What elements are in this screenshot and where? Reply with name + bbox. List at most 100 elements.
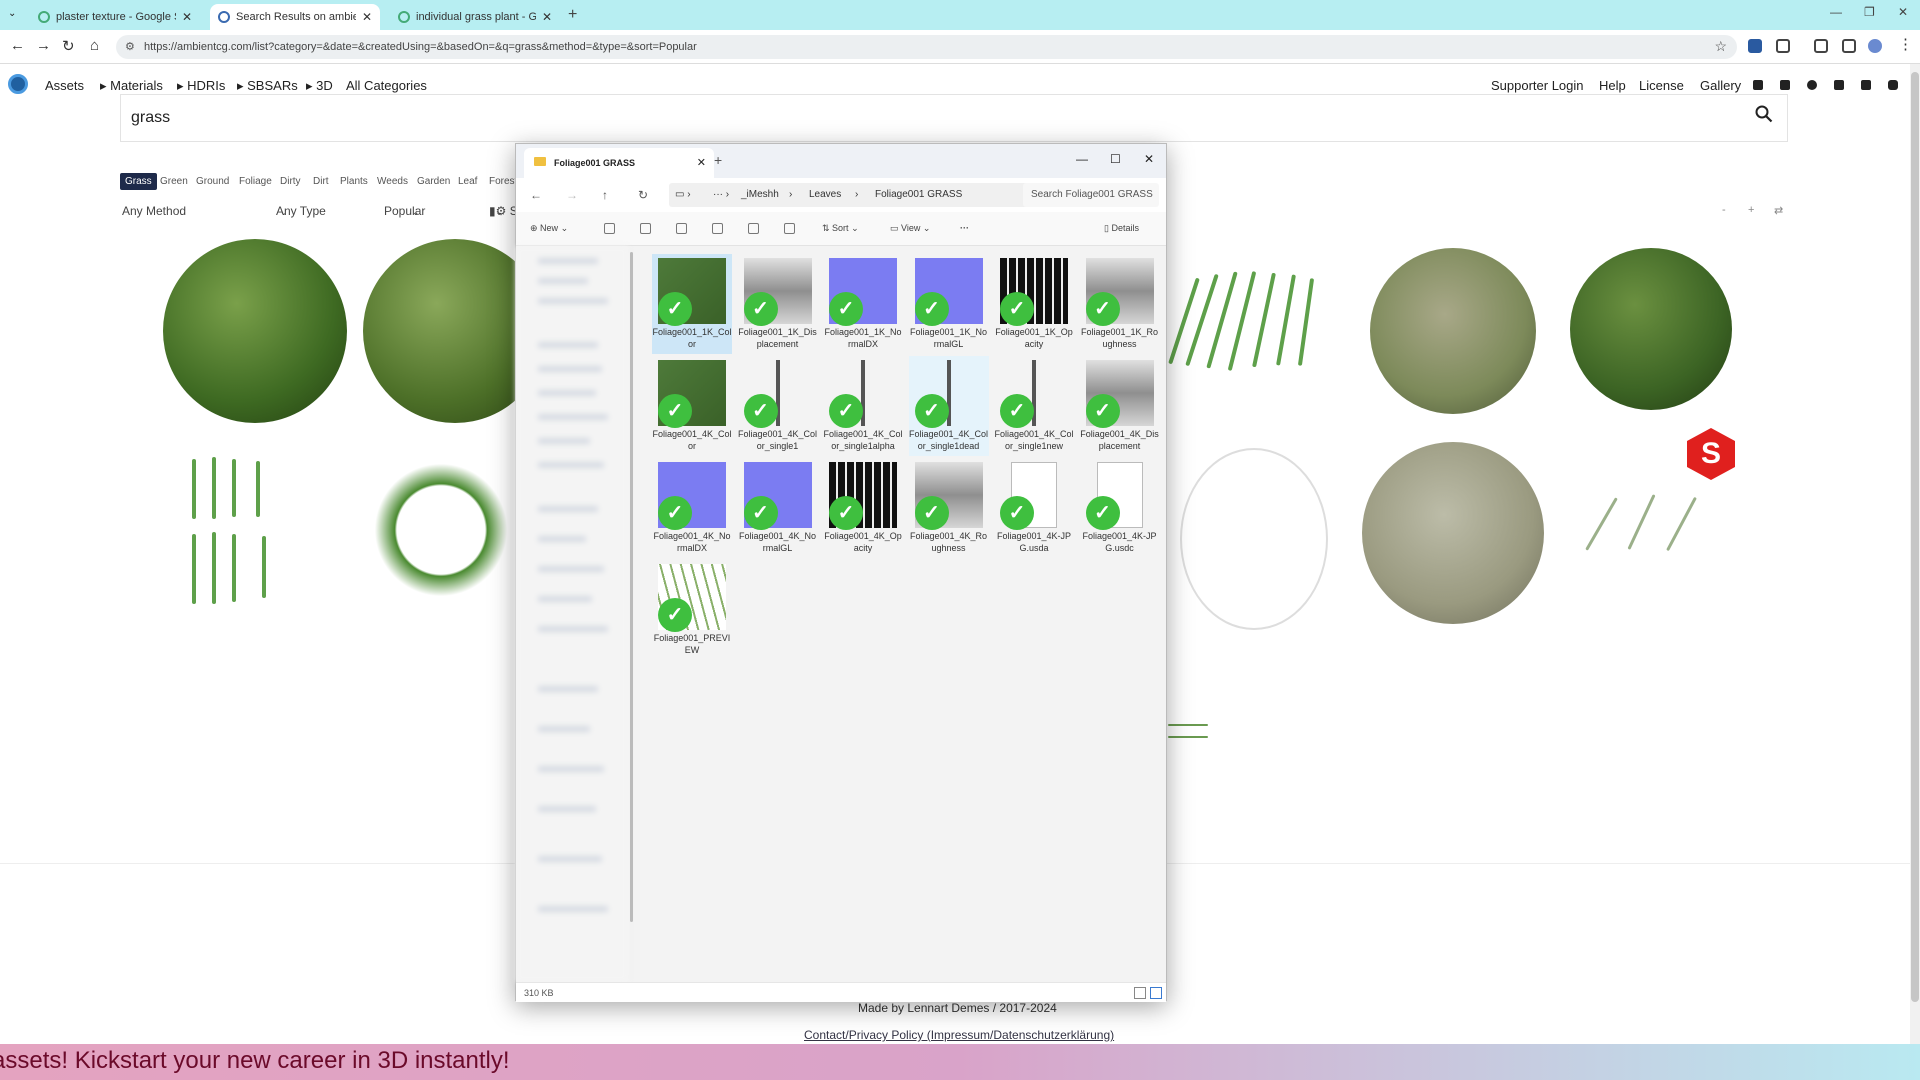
nav-pane-item[interactable] bbox=[538, 506, 598, 512]
tab-individual-grass[interactable]: individual grass plant - Google ✕ bbox=[390, 4, 560, 30]
license-link[interactable]: License bbox=[1639, 78, 1684, 93]
crumb-current-folder[interactable]: Foliage001 GRASS bbox=[875, 189, 962, 200]
instagram-icon[interactable] bbox=[1888, 80, 1898, 90]
chip-dirty[interactable]: Dirty bbox=[280, 176, 301, 187]
file-item[interactable]: ✓ Foliage001_4K-JPG.usda bbox=[994, 458, 1074, 558]
discord-icon[interactable] bbox=[1807, 80, 1817, 90]
minimize-icon[interactable]: — bbox=[1076, 152, 1088, 166]
navigation-pane[interactable] bbox=[516, 246, 628, 982]
gallery-link[interactable]: Gallery bbox=[1700, 78, 1741, 93]
up-icon[interactable]: ↑ bbox=[602, 188, 608, 202]
help-link[interactable]: Help bbox=[1599, 78, 1626, 93]
restore-icon[interactable]: ❐ bbox=[1864, 5, 1875, 19]
chip-garden[interactable]: Garden bbox=[417, 176, 450, 187]
file-item[interactable]: ✓ Foliage001_4K_NormalGL bbox=[738, 458, 818, 558]
url-text[interactable]: https://ambientcg.com/list?category=&dat… bbox=[144, 41, 697, 53]
share-icon[interactable] bbox=[748, 223, 759, 234]
address-bar[interactable]: ⚙ https://ambientcg.com/list?category=&d… bbox=[116, 35, 1737, 59]
forward-icon[interactable]: → bbox=[36, 37, 51, 54]
file-item[interactable]: ✓ Foliage001_4K_Color bbox=[652, 356, 732, 456]
asset-thumb-moss-sphere[interactable] bbox=[1370, 248, 1536, 414]
sort-button[interactable]: ⇅ Sort ⌄ bbox=[822, 223, 859, 234]
file-item[interactable]: ✓ Foliage001_4K-JPG.usdc bbox=[1080, 458, 1160, 558]
method-select[interactable]: Any Method ⌄ bbox=[122, 204, 288, 218]
zoom-out-icon[interactable]: - bbox=[1722, 204, 1726, 216]
page-scrollbar-thumb[interactable] bbox=[1911, 72, 1919, 1002]
nav-3d[interactable]: ▸ 3D bbox=[306, 78, 333, 94]
breadcrumb[interactable]: ▭ › ··· › _iMeshh › Leaves › Foliage001 … bbox=[669, 183, 1051, 207]
nav-hdris[interactable]: ▸ HDRIs bbox=[177, 78, 225, 94]
chip-ground[interactable]: Ground bbox=[196, 176, 229, 187]
file-item[interactable]: ✓ Foliage001_1K_NormalDX bbox=[823, 254, 903, 354]
new-button[interactable]: ⊕ New ⌄ bbox=[530, 223, 568, 234]
file-item[interactable]: ✓ Foliage001_1K_Displacement bbox=[738, 254, 818, 354]
close-tab-icon[interactable]: ✕ bbox=[697, 156, 706, 169]
new-tab-icon[interactable]: + bbox=[568, 6, 577, 24]
search-input[interactable]: grass bbox=[131, 109, 170, 127]
chip-green[interactable]: Green bbox=[160, 176, 188, 187]
close-window-icon[interactable]: ✕ bbox=[1144, 152, 1154, 166]
nav-pane-item[interactable] bbox=[538, 536, 586, 542]
side-panel-icon[interactable] bbox=[1842, 39, 1856, 53]
details-view-icon[interactable] bbox=[1134, 987, 1146, 999]
asset-thumb-grass-sphere[interactable] bbox=[163, 239, 347, 423]
profile-avatar-icon[interactable] bbox=[1868, 39, 1882, 53]
bookmark-star-icon[interactable]: ☆ bbox=[1714, 38, 1727, 55]
chip-weeds[interactable]: Weeds bbox=[377, 176, 408, 187]
large-icons-view-icon[interactable] bbox=[1150, 987, 1162, 999]
file-item[interactable]: ✓ Foliage001_4K_Roughness bbox=[909, 458, 989, 558]
asset-thumb-grass-sphere[interactable] bbox=[1570, 248, 1732, 410]
nav-pane-item[interactable] bbox=[538, 566, 604, 572]
ambientcg-logo-icon[interactable] bbox=[8, 74, 28, 94]
minimize-icon[interactable]: — bbox=[1830, 5, 1842, 19]
tab-search-chevron-icon[interactable]: ⌄ bbox=[8, 8, 16, 19]
chip-dirt[interactable]: Dirt bbox=[313, 176, 329, 187]
contact-privacy-link[interactable]: Contact/Privacy Policy (Impressum/Datens… bbox=[804, 1028, 1114, 1042]
asset-thumb-leaves[interactable] bbox=[363, 452, 519, 608]
nav-pane-item[interactable] bbox=[538, 726, 590, 732]
crumb-leaves[interactable]: Leaves bbox=[809, 189, 841, 200]
zoom-in-icon[interactable]: + bbox=[1748, 204, 1754, 216]
details-button[interactable]: ▯ Details bbox=[1104, 223, 1139, 234]
explorer-tab[interactable]: Foliage001 GRASS ✕ bbox=[524, 148, 714, 178]
menu-kebab-icon[interactable]: ⋮ bbox=[1898, 35, 1913, 53]
nav-pane-item[interactable] bbox=[538, 298, 608, 304]
nav-pane-item[interactable] bbox=[538, 806, 596, 812]
maximize-icon[interactable]: ☐ bbox=[1110, 152, 1121, 166]
nav-pane-item[interactable] bbox=[538, 686, 598, 692]
back-icon[interactable]: ← bbox=[10, 37, 25, 54]
this-pc-icon[interactable]: ▭ › bbox=[675, 189, 691, 200]
refresh-icon[interactable]: ↻ bbox=[638, 188, 648, 202]
close-window-icon[interactable]: ✕ bbox=[1898, 5, 1908, 19]
sort-select[interactable]: Popular ⌄ bbox=[384, 204, 503, 218]
paste-icon[interactable] bbox=[676, 223, 687, 234]
file-item[interactable]: ✓ Foliage001_4K_Color_single1new bbox=[994, 356, 1074, 456]
nav-pane-item[interactable] bbox=[538, 390, 596, 396]
nav-pane-item[interactable] bbox=[538, 366, 602, 372]
nav-assets[interactable]: Assets bbox=[45, 78, 84, 93]
file-item[interactable]: ✓ Foliage001_4K_Displacement bbox=[1080, 356, 1160, 456]
delete-icon[interactable] bbox=[784, 223, 795, 234]
more-crumbs-icon[interactable]: ··· › bbox=[713, 189, 729, 200]
file-item[interactable]: ✓ Foliage001_1K_Color bbox=[652, 254, 732, 354]
nav-pane-item[interactable] bbox=[538, 414, 608, 420]
chip-leaf[interactable]: Leaf bbox=[458, 176, 477, 187]
forward-icon[interactable]: → bbox=[566, 188, 578, 202]
nav-sbsars[interactable]: ▸ SBSARs bbox=[237, 78, 298, 94]
nav-pane-item[interactable] bbox=[538, 438, 590, 444]
file-item[interactable]: ✓ Foliage001_1K_Roughness bbox=[1080, 254, 1160, 354]
rename-icon[interactable] bbox=[712, 223, 723, 234]
file-item[interactable]: ✓ Foliage001_1K_NormalGL bbox=[909, 254, 989, 354]
supporter-login-link[interactable]: Supporter Login bbox=[1491, 78, 1584, 93]
tab-plaster-texture[interactable]: plaster texture - Google Search ✕ bbox=[30, 4, 200, 30]
close-tab-icon[interactable]: ✕ bbox=[182, 10, 192, 24]
site-info-icon[interactable]: ⚙ bbox=[125, 40, 135, 53]
patreon-icon[interactable] bbox=[1780, 80, 1790, 90]
reload-icon[interactable]: ↻ bbox=[62, 37, 75, 55]
nav-pane-item[interactable] bbox=[538, 342, 598, 348]
more-options-icon[interactable]: ··· bbox=[960, 223, 969, 233]
explorer-search-input[interactable]: Search Foliage001 GRASS bbox=[1023, 183, 1159, 207]
nav-pane-item[interactable] bbox=[538, 258, 598, 264]
download-icon[interactable] bbox=[1814, 39, 1828, 53]
artstation-icon[interactable] bbox=[1834, 80, 1844, 90]
